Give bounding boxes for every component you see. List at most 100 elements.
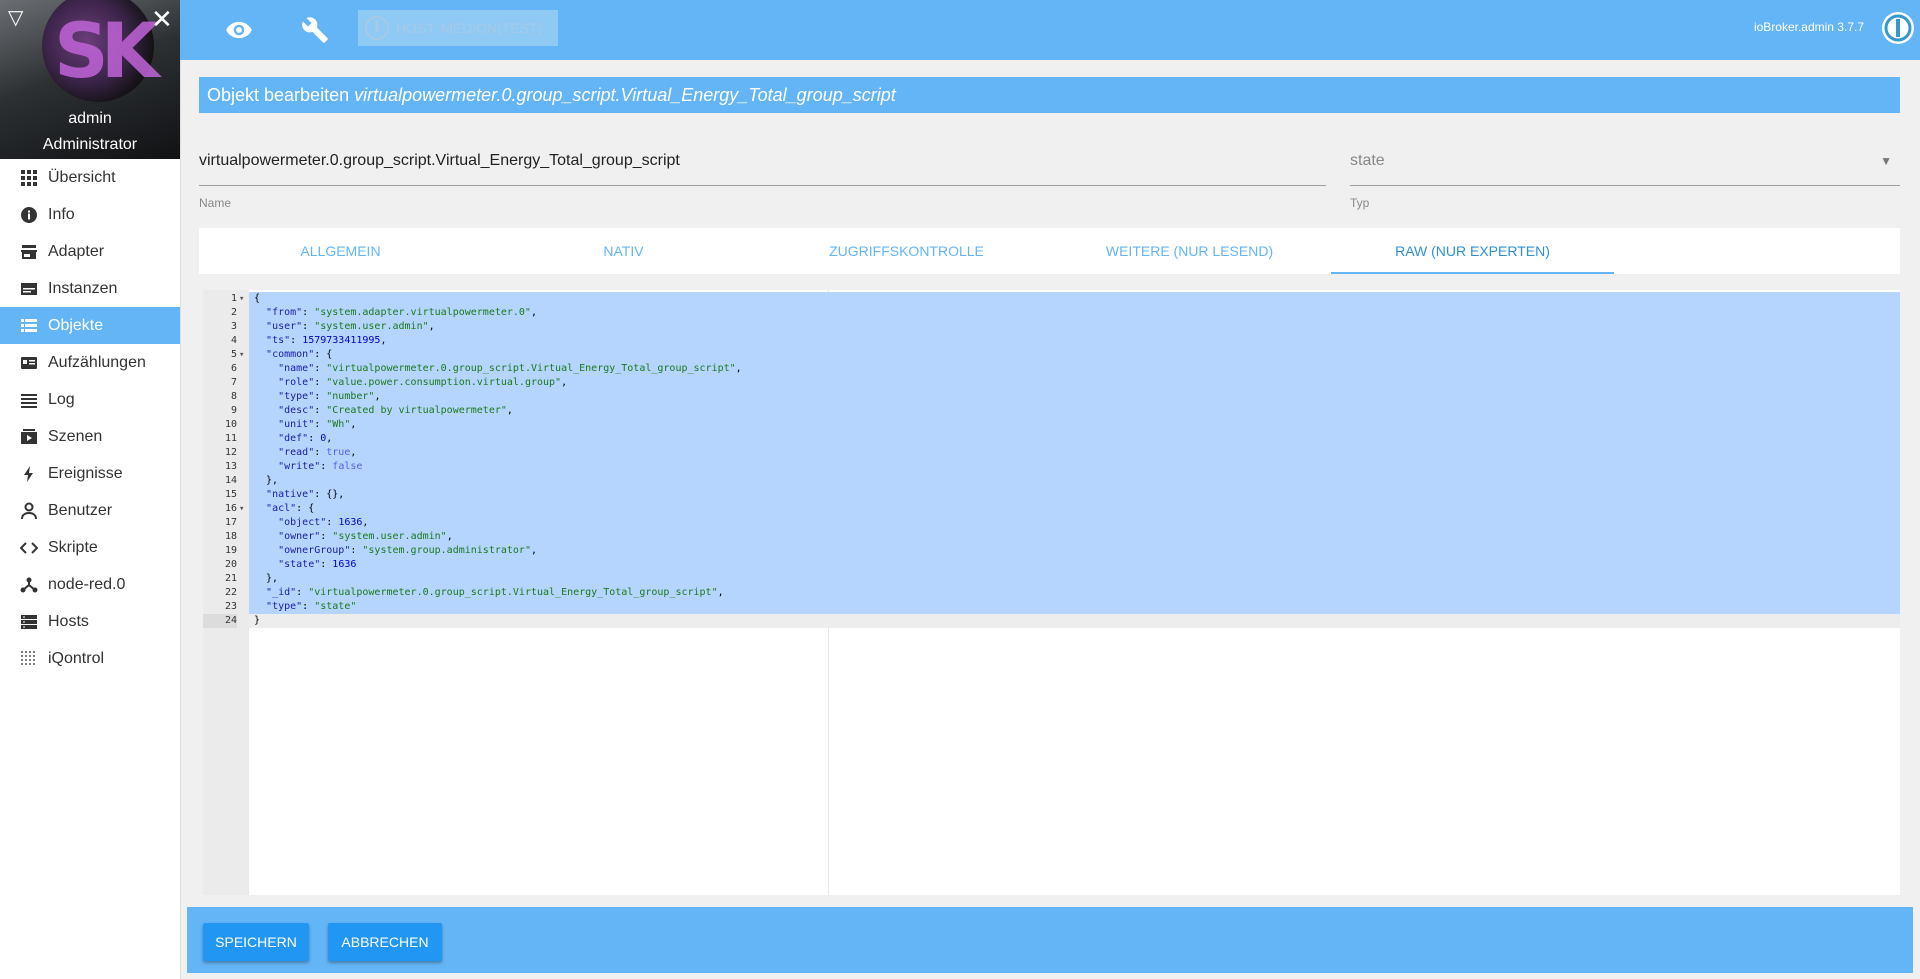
grid-icon xyxy=(19,168,39,188)
sidebar-item-benutzer[interactable]: Benutzer xyxy=(0,492,180,529)
code-icon xyxy=(19,538,39,558)
sidebar-item-node-red-0[interactable]: node-red.0 xyxy=(0,566,180,603)
sidebar-item-instanzen[interactable]: Instanzen xyxy=(0,270,180,307)
code-line[interactable]: "ownerGroup": "system.group.administrato… xyxy=(249,544,1900,558)
sidebar-item-label: Info xyxy=(48,205,75,223)
tab-zugriffskontrolle[interactable]: ZUGRIFFSKONTROLLE xyxy=(765,228,1048,274)
eye-icon[interactable] xyxy=(225,16,253,44)
tab-weitere-nur-lesend[interactable]: WEITERE (NUR LESEND) xyxy=(1048,228,1331,274)
sidebar-item-log[interactable]: Log xyxy=(0,381,180,418)
tab-allgemein[interactable]: ALLGEMEIN xyxy=(199,228,482,274)
object-type-select[interactable]: state ▼ xyxy=(1350,140,1900,186)
line-number: 4 xyxy=(230,335,237,346)
code-line[interactable]: "read": true, xyxy=(249,446,1900,460)
code-line[interactable]: "user": "system.user.admin", xyxy=(249,320,1900,334)
sidebar-item-übersicht[interactable]: Übersicht xyxy=(0,159,180,196)
code-line[interactable]: "write": false xyxy=(249,460,1900,474)
admin-version: ioBroker.admin 3.7.7 xyxy=(1753,20,1864,34)
line-number: 17 xyxy=(224,517,237,528)
line-number: 7 xyxy=(230,377,237,388)
sidebar-item-szenen[interactable]: Szenen xyxy=(0,418,180,455)
sidebar-item-label: Aufzählungen xyxy=(48,353,146,371)
code-line[interactable]: "owner": "system.user.admin", xyxy=(249,530,1900,544)
sidebar: SK ▽ ✕ admin Administrator Übersicht Info… xyxy=(0,0,181,979)
code-line[interactable]: { xyxy=(249,292,1900,306)
code-line[interactable]: "object": 1636, xyxy=(249,516,1900,530)
line-number: 10 xyxy=(224,419,237,430)
sidebar-item-objekte[interactable]: Objekte xyxy=(0,307,180,344)
dialog-title-object-id: virtualpowermeter.0.group_script.Virtual… xyxy=(354,85,896,105)
line-number: 19 xyxy=(224,545,237,556)
line-number: 18 xyxy=(224,531,237,542)
top-bar: HOST: MEDION(TEST) ioBroker.admin 3.7.7 xyxy=(180,0,1920,60)
code-line[interactable]: "native": {}, xyxy=(249,488,1900,502)
line-number: 21 xyxy=(224,573,237,584)
line-number: 23 xyxy=(224,601,237,612)
save-button[interactable]: SPEICHERN xyxy=(203,923,309,961)
cancel-button[interactable]: ABBRECHEN xyxy=(328,923,442,961)
sidebar-item-label: Übersicht xyxy=(48,168,116,186)
sidebar-item-label: Adapter xyxy=(48,242,105,260)
sidebar-item-aufzählungen[interactable]: Aufzählungen xyxy=(0,344,180,381)
sidebar-item-label: Instanzen xyxy=(48,279,118,297)
tab-raw-nur-experten[interactable]: RAW (NUR EXPERTEN) xyxy=(1331,228,1614,274)
code-line[interactable]: "acl": { xyxy=(249,502,1900,516)
editor-code-area[interactable]: { "from": "system.adapter.virtualpowerme… xyxy=(249,290,1900,895)
code-line[interactable]: } xyxy=(249,614,1900,628)
node-red-icon xyxy=(19,575,39,595)
wrench-icon[interactable] xyxy=(301,16,329,44)
sidebar-item-info[interactable]: Info xyxy=(0,196,180,233)
user-role: Administrator xyxy=(42,136,138,153)
code-line[interactable]: }, xyxy=(249,474,1900,488)
code-line[interactable]: "name": "virtualpowermeter.0.group_scrip… xyxy=(249,362,1900,376)
line-number: 5 xyxy=(203,348,244,362)
code-line[interactable]: "desc": "Created by virtualpowermeter", xyxy=(249,404,1900,418)
raw-json-editor[interactable]: 123456789101112131415161718192021222324 … xyxy=(203,290,1900,895)
line-number: 16 xyxy=(203,502,244,516)
sidebar-item-ereignisse[interactable]: Ereignisse xyxy=(0,455,180,492)
dots-icon xyxy=(19,649,39,669)
dialog-footer: SPEICHERN ABBRECHEN xyxy=(187,907,1913,973)
line-number: 15 xyxy=(224,489,237,500)
sidebar-item-label: node-red.0 xyxy=(48,575,126,593)
line-number: 9 xyxy=(230,405,237,416)
sidebar-item-label: iQontrol xyxy=(48,649,105,667)
iobroker-logo-graphic xyxy=(1884,14,1912,42)
sidebar-item-label: Log xyxy=(48,390,75,408)
code-line[interactable]: "common": { xyxy=(249,348,1900,362)
instances-icon xyxy=(19,279,39,299)
host-selector-button[interactable]: HOST: MEDION(TEST) xyxy=(358,10,558,46)
object-name-label: Name xyxy=(199,196,232,210)
code-line[interactable]: "_id": "virtualpowermeter.0.group_script… xyxy=(249,586,1900,600)
code-line[interactable]: "unit": "Wh", xyxy=(249,418,1900,432)
code-line[interactable]: "type": "state" xyxy=(249,600,1900,614)
bolt-icon xyxy=(19,464,39,484)
menu-toggle-icon[interactable]: ▽ xyxy=(8,8,28,28)
sidebar-item-adapter[interactable]: Adapter xyxy=(0,233,180,270)
line-number: 1 xyxy=(203,292,244,306)
line-number: 24 xyxy=(203,614,237,628)
code-line[interactable]: "from": "system.adapter.virtualpowermete… xyxy=(249,306,1900,320)
sidebar-item-label: Benutzer xyxy=(48,501,113,519)
sidebar-item-hosts[interactable]: Hosts xyxy=(0,603,180,640)
list-icon xyxy=(19,316,39,336)
line-number: 13 xyxy=(224,461,237,472)
code-line[interactable]: "type": "number", xyxy=(249,390,1900,404)
code-line[interactable]: "ts": 1579733411995, xyxy=(249,334,1900,348)
scenes-icon xyxy=(19,427,39,447)
close-sidebar-icon[interactable]: ✕ xyxy=(151,6,173,32)
code-line[interactable]: "def": 0, xyxy=(249,432,1900,446)
tab-nativ[interactable]: NATIV xyxy=(482,228,765,274)
iobroker-logo-icon[interactable] xyxy=(1882,12,1914,44)
code-line[interactable]: }, xyxy=(249,572,1900,586)
line-number: 20 xyxy=(224,559,237,570)
sidebar-item-label: Skripte xyxy=(48,538,98,556)
sidebar-item-skripte[interactable]: Skripte xyxy=(0,529,180,566)
object-name-field[interactable]: virtualpowermeter.0.group_script.Virtual… xyxy=(199,140,1326,186)
user-name: admin xyxy=(68,110,112,127)
code-line[interactable]: "role": "value.power.consumption.virtual… xyxy=(249,376,1900,390)
sidebar-item-label: Szenen xyxy=(48,427,103,445)
sidebar-item-iqontrol[interactable]: iQontrol xyxy=(0,640,180,677)
code-line[interactable]: "state": 1636 xyxy=(249,558,1900,572)
sidebar-nav: Übersicht Info Adapter Instanzen Objekte Aufz… xyxy=(0,159,180,677)
